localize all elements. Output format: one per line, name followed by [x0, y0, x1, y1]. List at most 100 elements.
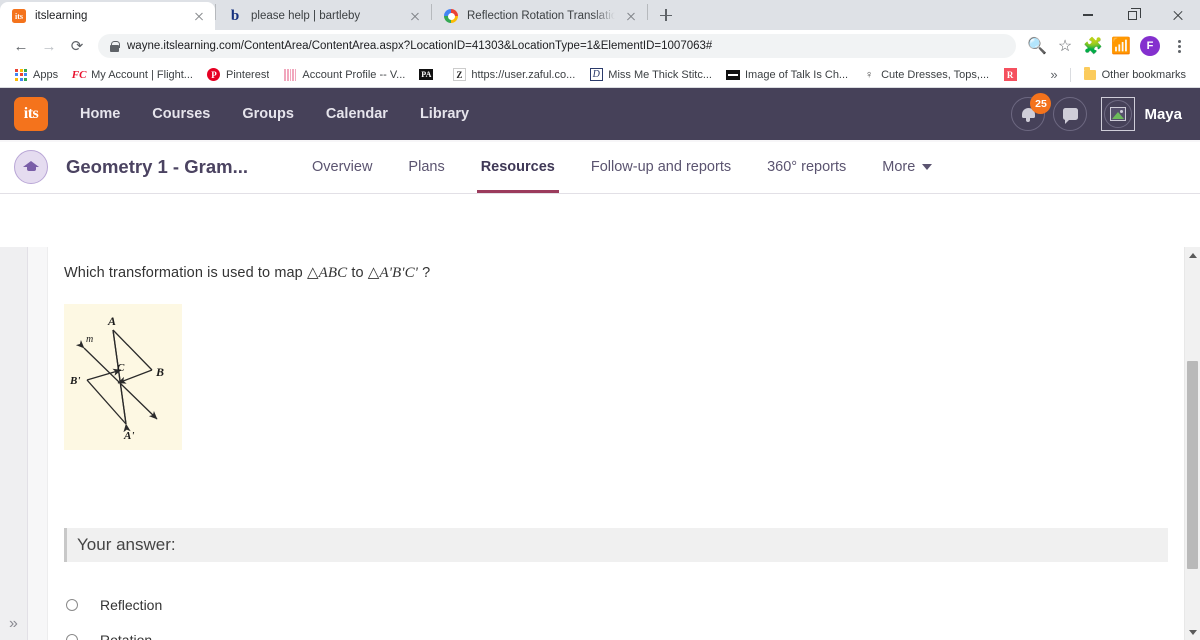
- vertical-scrollbar[interactable]: [1184, 247, 1200, 640]
- option-label: Reflection: [100, 596, 163, 613]
- bookmarks-overflow-button[interactable]: »: [1044, 67, 1063, 82]
- messages-button[interactable]: [1053, 97, 1088, 131]
- nav-item-courses[interactable]: Courses: [136, 106, 226, 122]
- url-text: wayne.itslearning.com/ContentArea/Conten…: [127, 40, 713, 52]
- itslearning-logo[interactable]: its: [14, 97, 48, 131]
- itslearning-navbar: its Home Courses Groups Calendar Library…: [0, 88, 1200, 140]
- bookmark-account-profile[interactable]: Account Profile -- V...: [277, 66, 411, 84]
- tab-follow-up-and-reports[interactable]: Follow-up and reports: [573, 140, 749, 193]
- your-answer-label: Your answer:: [77, 535, 176, 554]
- google-favicon: [443, 8, 459, 24]
- bookmark-label: Pinterest: [225, 68, 270, 81]
- nav-item-home[interactable]: Home: [64, 106, 136, 122]
- chevron-down-icon: [922, 163, 933, 170]
- bookmark-my-account-flight[interactable]: FC My Account | Flight...: [66, 66, 199, 84]
- bookmark-miss-me[interactable]: D Miss Me Thick Stitc...: [583, 66, 718, 84]
- nav-item-groups[interactable]: Groups: [226, 106, 310, 122]
- flightclub-icon: FC: [71, 68, 87, 81]
- bookmark-label: My Account | Flight...: [91, 68, 193, 81]
- label-B: B: [155, 365, 164, 379]
- bookmark-apps[interactable]: Apps: [8, 66, 64, 84]
- new-tab-button[interactable]: [652, 1, 680, 29]
- toolbar-icons: 🔍 ☆ 🧩 📶 F: [1024, 33, 1192, 59]
- tab-title: Reflection Rotation Translation - G: [467, 10, 615, 22]
- scroll-up-arrow-icon[interactable]: [1185, 247, 1200, 263]
- radio-button[interactable]: [66, 633, 78, 640]
- bookmark-pa[interactable]: PA: [413, 66, 444, 84]
- nav-item-calendar[interactable]: Calendar: [310, 106, 404, 122]
- zoom-icon[interactable]: 🔍: [1024, 33, 1050, 59]
- profile-avatar[interactable]: F: [1140, 36, 1160, 56]
- back-button[interactable]: ←: [8, 33, 34, 59]
- bookmark-cute-dresses[interactable]: ♀ Cute Dresses, Tops,...: [856, 66, 995, 84]
- zaful-icon: Z: [452, 68, 466, 82]
- tab-more[interactable]: More: [864, 140, 950, 193]
- radio-button[interactable]: [66, 598, 78, 611]
- segment-AprimeC: [112, 329, 131, 433]
- bookmark-pinterest[interactable]: P Pinterest: [201, 66, 275, 84]
- triangle-symbol: △: [306, 265, 319, 281]
- close-icon[interactable]: [623, 8, 639, 24]
- tab-plans[interactable]: Plans: [390, 140, 462, 193]
- bookmark-label: Cute Dresses, Tops,...: [881, 68, 990, 81]
- bartleby-favicon: b: [230, 7, 240, 24]
- label-Aprime: A': [123, 430, 134, 442]
- minimize-button[interactable]: [1065, 0, 1110, 30]
- question-prefix: Which transformation is used to map: [64, 265, 307, 281]
- reload-button[interactable]: ⟳: [64, 33, 90, 59]
- avatar[interactable]: [1101, 97, 1136, 131]
- scroll-down-arrow-icon[interactable]: [1185, 624, 1200, 640]
- bookmark-other-bookmarks[interactable]: Other bookmarks: [1077, 66, 1192, 84]
- kebab-menu-icon[interactable]: [1166, 33, 1192, 59]
- maximize-button[interactable]: [1110, 0, 1155, 30]
- barcode-icon: [283, 68, 297, 82]
- bookmark-label: Apps: [33, 68, 59, 81]
- browser-toolbar: ← → ⟳ wayne.itslearning.com/ContentArea/…: [0, 30, 1200, 62]
- username-label[interactable]: Maya: [1144, 106, 1182, 123]
- expand-sidebar-button[interactable]: »: [0, 616, 27, 632]
- bookmark-zaful[interactable]: Z https://user.zaful.co...: [446, 66, 581, 84]
- broken-image-icon: [1110, 107, 1127, 121]
- course-tabs: Overview Plans Resources Follow-up and r…: [294, 140, 950, 193]
- tab-resources[interactable]: Resources: [463, 140, 573, 193]
- option-reflection[interactable]: Reflection: [66, 587, 174, 622]
- tab-overview[interactable]: Overview: [294, 140, 390, 193]
- bookmark-r[interactable]: R: [997, 66, 1028, 84]
- browser-tab-google-search[interactable]: Reflection Rotation Translation - G: [432, 2, 647, 30]
- label-C: C: [117, 362, 125, 374]
- graduation-cap-icon: [14, 149, 48, 184]
- your-answer-header: Your answer:: [64, 528, 1168, 562]
- black-box-icon: [725, 68, 740, 82]
- browser-window: its itslearning b please help | bartleby…: [0, 0, 1200, 640]
- label-Bprime: B': [69, 375, 80, 387]
- star-icon[interactable]: ☆: [1052, 33, 1078, 59]
- close-icon[interactable]: [407, 8, 423, 24]
- extensions-icon[interactable]: 🧩: [1080, 33, 1106, 59]
- content-area: » Which transformation is used to map △ A…: [0, 247, 1200, 640]
- geometry-figure: A B C B' A' m: [64, 304, 182, 450]
- bookmarks-bar: Apps FC My Account | Flight... P Pintere…: [0, 62, 1200, 88]
- close-window-button[interactable]: [1155, 0, 1200, 30]
- tab-label: Plans: [408, 158, 445, 175]
- pa-icon: PA: [419, 69, 434, 80]
- cast-icon[interactable]: 📶: [1108, 33, 1134, 59]
- forward-button[interactable]: →: [36, 33, 62, 59]
- nav-item-library[interactable]: Library: [404, 106, 485, 122]
- browser-tab-bartleby[interactable]: b please help | bartleby: [216, 2, 431, 30]
- option-rotation[interactable]: Rotation: [66, 622, 174, 640]
- address-bar[interactable]: wayne.itslearning.com/ContentArea/Conten…: [98, 34, 1016, 58]
- notifications-button[interactable]: 25: [1011, 93, 1052, 131]
- close-icon[interactable]: [191, 8, 207, 24]
- tab-label: More: [882, 158, 916, 175]
- browser-tab-itslearning[interactable]: its itslearning: [0, 2, 215, 30]
- tab-label: Resources: [480, 158, 555, 175]
- tab-360-reports[interactable]: 360° reports: [749, 140, 864, 193]
- folder-icon: [1083, 67, 1097, 82]
- bookmark-image-of-talk[interactable]: Image of Talk Is Ch...: [720, 66, 854, 84]
- course-title[interactable]: Geometry 1 - Gram...: [66, 156, 248, 178]
- scrollbar-thumb[interactable]: [1187, 361, 1198, 569]
- tab-label: Overview: [311, 158, 373, 175]
- answer-options: Reflection Rotation Translation Clear an…: [66, 587, 174, 640]
- bookmark-label: Image of Talk Is Ch...: [744, 68, 849, 81]
- window-controls: [1065, 0, 1200, 30]
